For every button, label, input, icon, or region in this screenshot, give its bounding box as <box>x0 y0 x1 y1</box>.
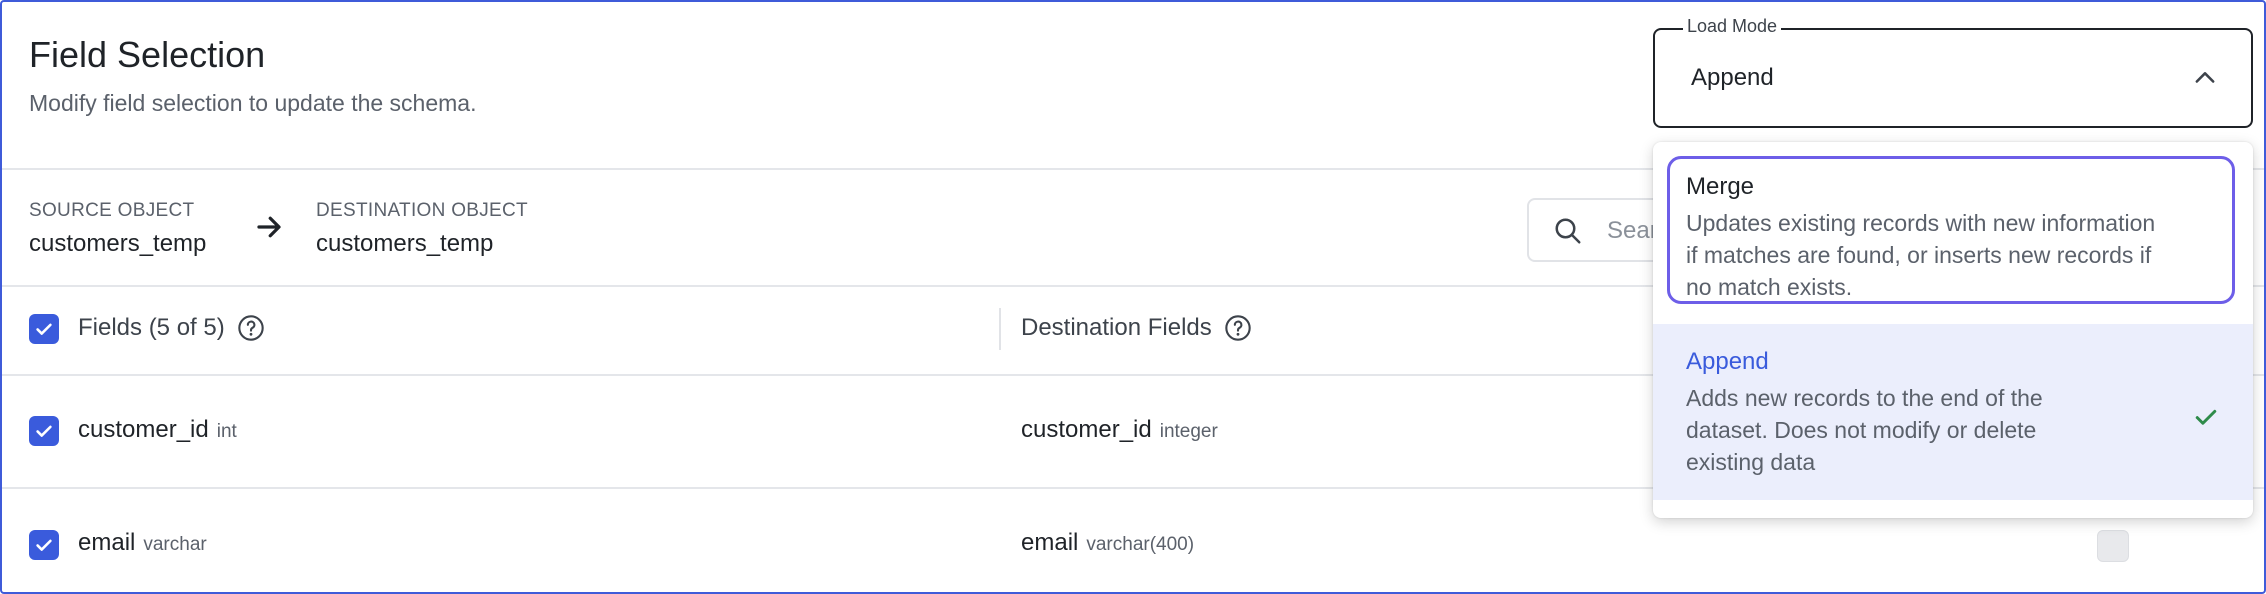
row-checkbox[interactable] <box>29 416 59 446</box>
load-mode-value: Append <box>1691 64 1774 91</box>
search-icon <box>1555 218 1581 244</box>
description-line: no match exists. <box>1686 274 1853 300</box>
destination-field: customer_id integer <box>1021 416 1218 444</box>
load-mode-select[interactable]: Append <box>1653 28 2253 128</box>
field-type: varchar <box>143 534 207 555</box>
select-all-checkbox[interactable] <box>29 314 59 344</box>
checkbox-checked-icon <box>36 323 52 335</box>
arrow-right-icon <box>257 216 281 238</box>
dest-field-name: email <box>1021 529 1079 556</box>
description-line: existing data <box>1686 449 1816 475</box>
option-title: Append <box>1686 348 1769 375</box>
dest-field-type: varchar(400) <box>1086 534 1195 555</box>
source-field: email varchar <box>78 529 207 557</box>
destination-header-label: Destination Fields <box>1021 314 1212 341</box>
checkbox-checked-icon <box>36 539 52 551</box>
search-placeholder: Sear <box>1607 217 1658 244</box>
option-title: Merge <box>1686 173 1755 200</box>
description-line: Updates existing records with new inform… <box>1686 210 2156 236</box>
page-subtitle: Modify field selection to update the sch… <box>29 90 477 116</box>
description-line: dataset. Does not modify or delete <box>1686 417 2037 443</box>
checkbox-checked-icon <box>36 425 52 437</box>
destination-field: email varchar(400) <box>1021 529 1194 557</box>
help-circle-icon[interactable] <box>237 314 265 342</box>
option-merge[interactable]: Merge Updates existing records with new … <box>1667 156 2235 304</box>
source-object-value: customers_temp <box>29 230 207 257</box>
description-line: Adds new records to the end of the <box>1686 385 2043 411</box>
option-description: Adds new records to the end of the datas… <box>1686 382 2146 478</box>
field-name: email <box>78 529 136 556</box>
destination-object-label: DESTINATION OBJECT <box>316 200 528 221</box>
page-title: Field Selection <box>29 34 266 75</box>
source-field: customer_id int <box>78 416 237 444</box>
checkmark-icon <box>2195 409 2217 425</box>
fields-column-header: Fields (5 of 5) <box>78 314 265 342</box>
destination-object-value: customers_temp <box>316 230 494 257</box>
option-append[interactable]: Append Adds new records to the end of th… <box>1653 324 2253 500</box>
field-type: int <box>216 421 237 442</box>
option-description: Updates existing records with new inform… <box>1686 207 2226 303</box>
description-line: if matches are found, or inserts new rec… <box>1686 242 2152 268</box>
row-checkbox[interactable] <box>29 530 59 560</box>
dest-field-type: integer <box>1159 421 1218 442</box>
dest-field-name: customer_id <box>1021 416 1152 443</box>
load-mode-label: Load Mode <box>1683 16 1782 37</box>
load-mode-menu: Merge Updates existing records with new … <box>1653 142 2253 518</box>
row-toggle-checkbox[interactable] <box>2097 530 2129 562</box>
column-divider <box>999 308 1001 350</box>
help-circle-icon[interactable] <box>1224 314 1252 342</box>
destination-column-header: Destination Fields <box>1021 314 1252 342</box>
source-object-label: SOURCE OBJECT <box>29 200 195 221</box>
fields-header-label: Fields (5 of 5) <box>78 314 225 341</box>
field-name: customer_id <box>78 416 209 443</box>
field-selection-panel: Field Selection Modify field selection t… <box>0 0 2266 594</box>
chevron-up-icon <box>2195 72 2215 83</box>
